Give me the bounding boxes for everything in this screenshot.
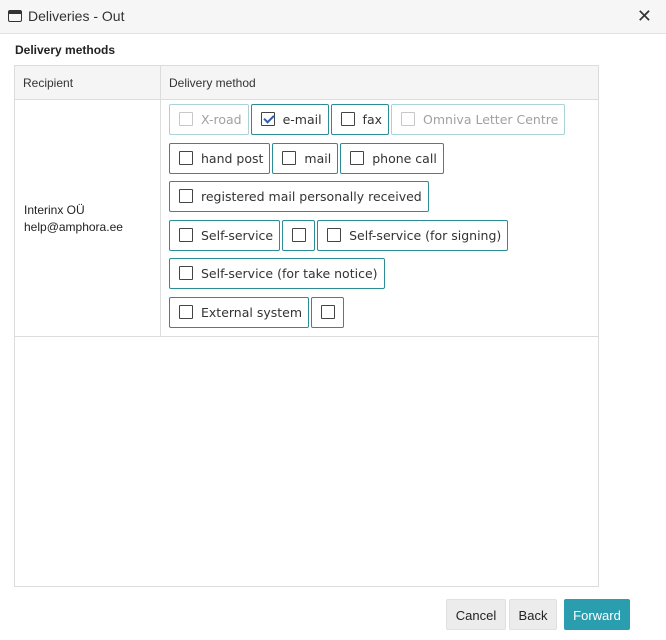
table-row: Interinx OÜ help@amphora.ee X-road e-mail… — [15, 100, 598, 337]
delivery-option[interactable]: Self-service (for take notice) — [169, 258, 385, 289]
checkbox[interactable] — [179, 227, 193, 242]
delivery-option[interactable]: hand post — [169, 142, 271, 174]
delivery-option-label: Self-service (for take notice) — [201, 266, 378, 281]
recipient-info: Interinx OÜ help@amphora.ee — [24, 202, 123, 236]
checkbox[interactable] — [350, 150, 365, 165]
checkbox — [401, 112, 416, 126]
option-row: Self-service (for take notice) — [169, 258, 594, 289]
option-row: X-road e-mail fax Omniva Letter Centre — [169, 104, 594, 135]
checkbox[interactable] — [321, 304, 336, 319]
checkbox[interactable] — [292, 227, 307, 242]
delivery-option[interactable]: External system — [169, 296, 310, 328]
option-row: Self-service Self-service (for signing) — [169, 219, 594, 251]
forward-button[interactable]: Forward — [564, 599, 630, 630]
checkbox[interactable] — [327, 227, 342, 242]
delivery-option[interactable]: e-mail — [250, 104, 329, 135]
checkbox — [179, 112, 193, 126]
delivery-option[interactable]: fax — [330, 104, 390, 135]
table-header: Recipient Delivery method — [15, 66, 598, 100]
delivery-option[interactable]: Self-service (for signing) — [317, 219, 509, 251]
delivery-option-label: e-mail — [282, 112, 322, 127]
delivery-option-label: X-road — [201, 112, 242, 127]
header-recipient: Recipient — [15, 66, 161, 100]
delivery-option[interactable]: registered mail personally received — [169, 181, 429, 212]
window-icon — [8, 10, 22, 22]
delivery-option: Omniva Letter Centre — [391, 104, 566, 135]
delivery-option-label: Self-service — [201, 227, 274, 243]
window-title: Deliveries - Out — [28, 8, 125, 24]
title-bar: Deliveries - Out ✕ — [0, 0, 666, 34]
delivery-option-label: Omniva Letter Centre — [423, 112, 559, 127]
checkbox[interactable] — [179, 150, 193, 165]
checkbox[interactable] — [282, 150, 297, 165]
section-title: Delivery methods — [15, 43, 116, 57]
delivery-option[interactable]: phone call — [340, 142, 444, 174]
checkbox-checked[interactable] — [260, 112, 275, 126]
recipient-name: Interinx OÜ — [24, 203, 85, 217]
delivery-option[interactable]: Self-service — [169, 219, 281, 251]
close-icon[interactable]: ✕ — [637, 7, 652, 25]
recipient-cell: Interinx OÜ help@amphora.ee — [15, 100, 161, 337]
delivery-table: Recipient Delivery method Interinx OÜ he… — [14, 65, 599, 587]
delivery-option-label: hand post — [201, 150, 264, 166]
delivery-option[interactable] — [282, 219, 316, 251]
back-button[interactable]: Back — [509, 599, 557, 630]
checkbox[interactable] — [179, 266, 193, 280]
delivery-options: X-road e-mail fax Omniva Letter Centre hand … — [169, 104, 594, 335]
delivery-option-label: registered mail personally received — [201, 189, 422, 204]
delivery-option[interactable]: mail — [272, 142, 339, 174]
delivery-option-label: phone call — [372, 150, 437, 166]
delivery-option-label: mail — [304, 150, 332, 166]
delivery-option-label: External system — [201, 304, 303, 320]
delivery-option: X-road — [169, 104, 249, 135]
checkbox[interactable] — [179, 304, 193, 319]
delivery-option[interactable] — [311, 296, 345, 328]
option-row: registered mail personally received — [169, 181, 594, 212]
option-row: hand post mail phone call — [169, 142, 594, 174]
delivery-option-label: Self-service (for signing) — [349, 227, 502, 243]
recipient-email: help@amphora.ee — [24, 220, 123, 234]
cancel-button[interactable]: Cancel — [446, 599, 506, 630]
header-delivery-method: Delivery method — [169, 76, 256, 90]
checkbox[interactable] — [340, 112, 355, 126]
checkbox[interactable] — [179, 189, 193, 203]
delivery-option-label: fax — [362, 112, 383, 127]
option-row: External system — [169, 296, 594, 328]
